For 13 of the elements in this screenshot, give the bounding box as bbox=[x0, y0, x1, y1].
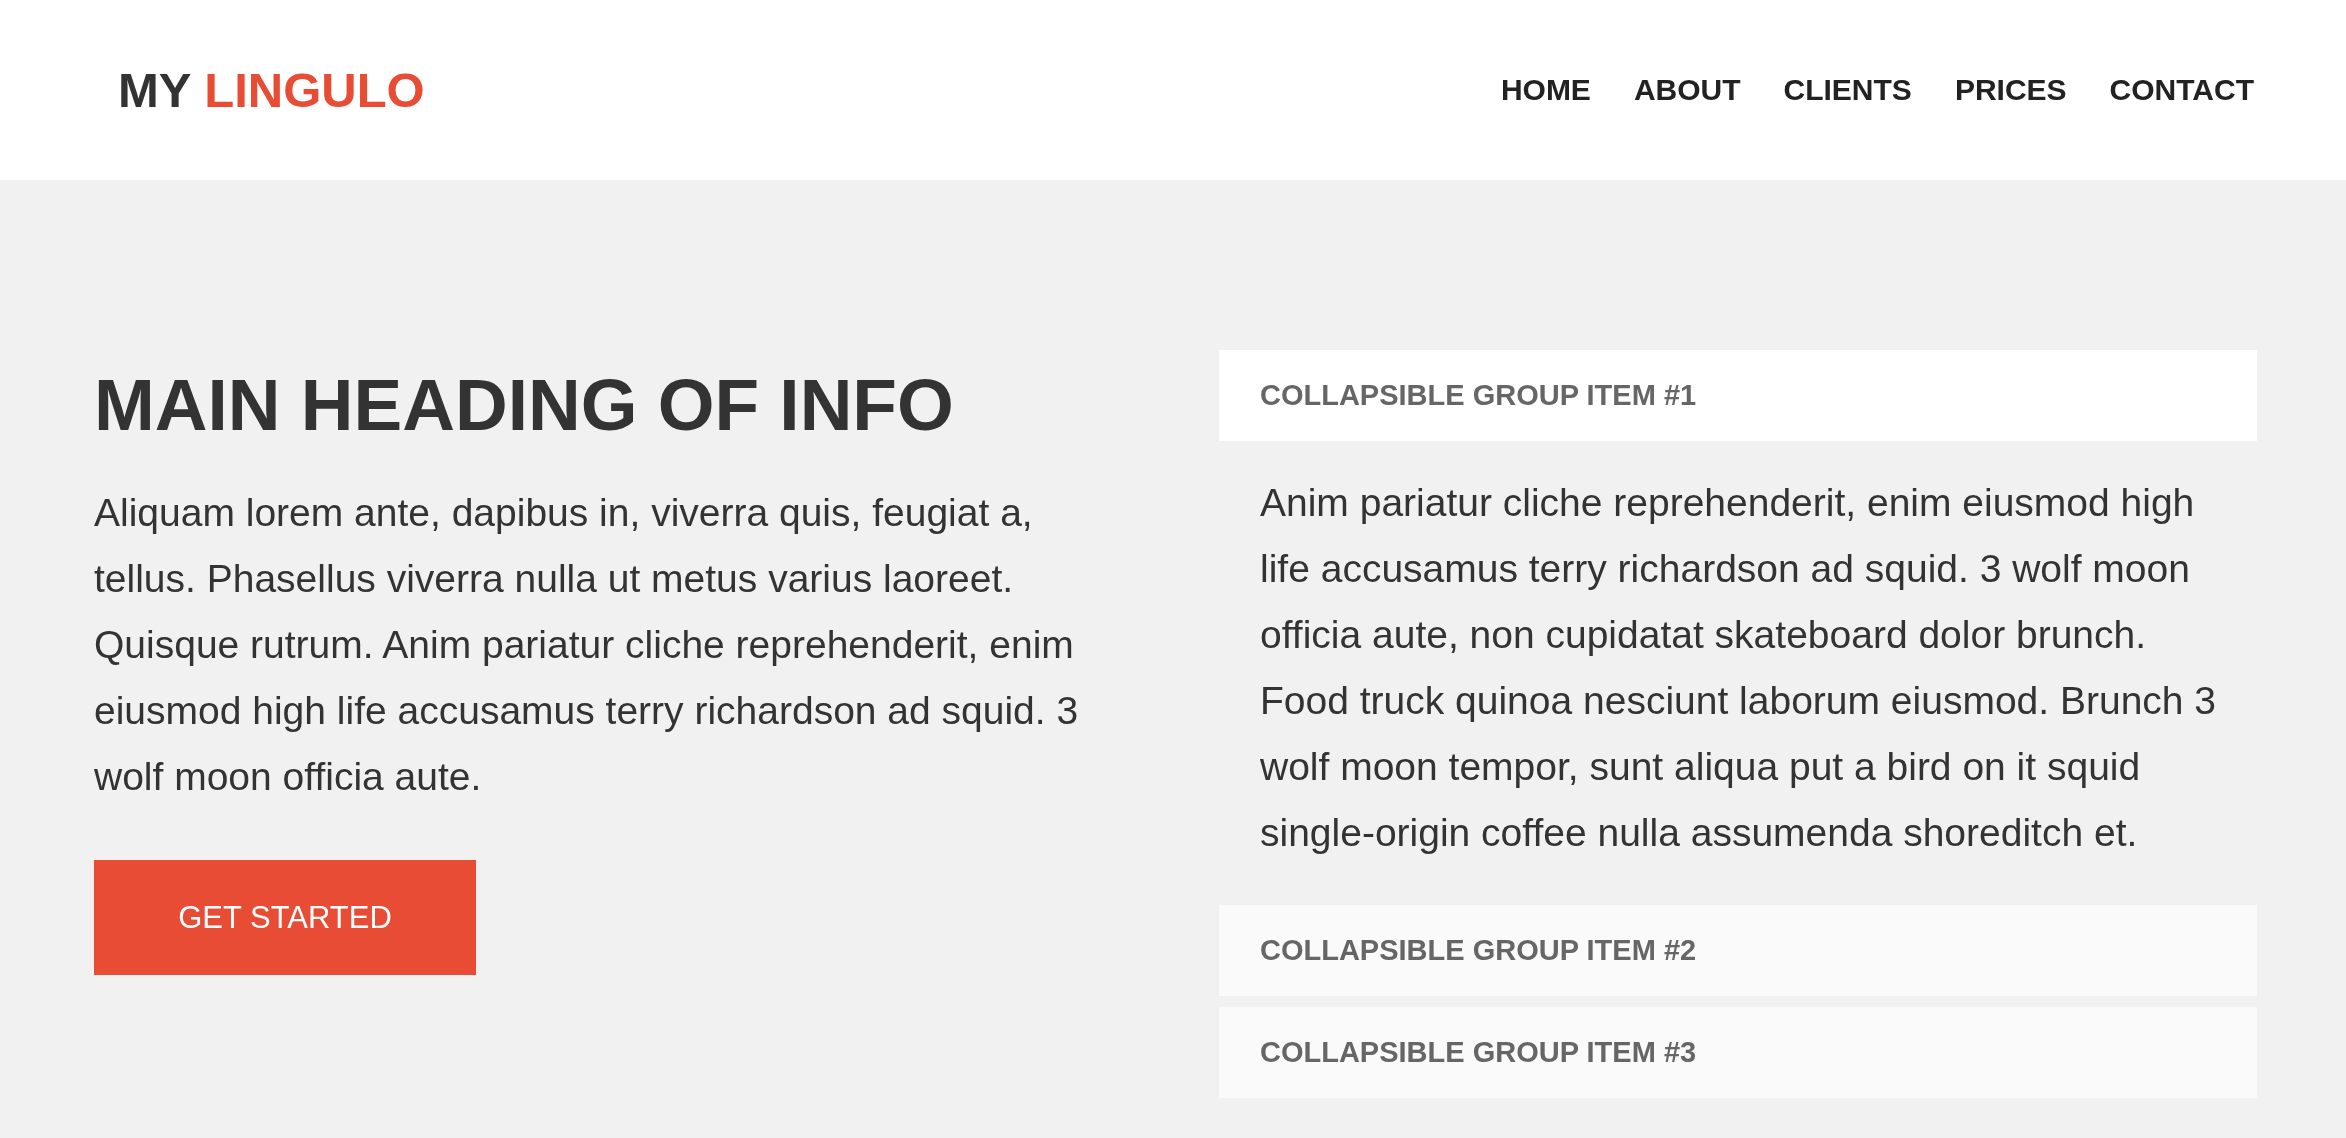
intro-paragraph: Aliquam lorem ante, dapibus in, viverra quis, feugiat a, tellus. Phasellus viverra nulla ut metus varius laoreet. Quisque rutrum. Anim pariatur cliche reprehenderit, enim eiusmod high life accusamus terry richardson ad squid. 3 wolf moon officia aute. bbox=[94, 490, 1080, 800]
nav-link[interactable]: PRICES bbox=[1954, 75, 2067, 105]
logo-link[interactable]: MY LINGULO bbox=[118, 65, 425, 115]
accordion-header[interactable]: COLLAPSIBLE GROUP ITEM #3 bbox=[1219, 1007, 2257, 1098]
accordion-body-text: Anim pariatur cliche reprehenderit, enim eiusmod high life accusamus terry richardson ad squid. 3 wolf moon officia aute, non cupidatat skateboard dolor brunch. Food truck quinoa nesciunt laborum eiusmod. Brunch 3 wolf moon tempor, sunt aliqua put a bird on it squid single-origin coffee nulla assumenda shoreditch et. bbox=[1260, 480, 2218, 856]
nav-link[interactable]: ABOUT bbox=[1633, 75, 1741, 105]
accordion-header[interactable]: COLLAPSIBLE GROUP ITEM #1 bbox=[1219, 350, 2257, 441]
accordion-header[interactable]: COLLAPSIBLE GROUP ITEM #2 bbox=[1219, 905, 2257, 996]
nav-link[interactable]: CLIENTS bbox=[1783, 75, 1912, 105]
nav-link[interactable]: CONTACT bbox=[2109, 75, 2254, 105]
nav-link[interactable]: HOME bbox=[1500, 75, 1591, 105]
main-heading: MAIN HEADING OF INFO bbox=[94, 368, 954, 441]
get-started-button[interactable]: GET STARTED bbox=[94, 860, 476, 975]
